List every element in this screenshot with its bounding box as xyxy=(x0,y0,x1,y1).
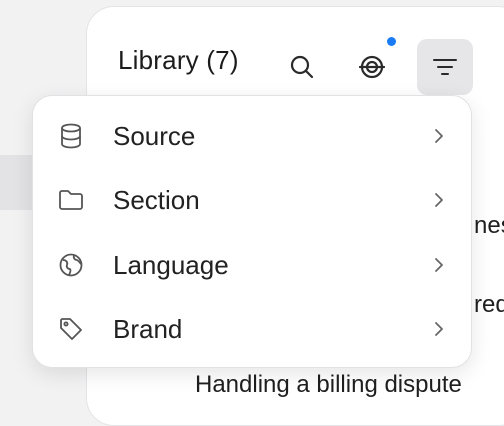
list-item-text-partial: req xyxy=(474,291,504,318)
menu-item-source[interactable]: Source xyxy=(33,106,471,166)
notification-dot xyxy=(387,37,396,46)
filter-dropdown-menu: Source Section Language Brand xyxy=(32,95,472,368)
search-button[interactable] xyxy=(274,39,330,95)
filter-button[interactable] xyxy=(417,39,473,95)
library-title: Library (7) xyxy=(118,45,239,75)
chevron-right-icon xyxy=(435,322,443,336)
search-icon xyxy=(290,55,314,79)
list-item-text[interactable]: Handling a billing dispute xyxy=(195,371,462,399)
menu-item-language[interactable]: Language xyxy=(33,235,471,295)
chevron-right-icon xyxy=(435,193,443,207)
filter-icon xyxy=(433,59,457,75)
menu-item-label: Section xyxy=(113,185,200,215)
chevron-right-icon xyxy=(435,258,443,272)
signal-button[interactable] xyxy=(344,39,400,95)
tag-icon xyxy=(60,318,82,340)
list-item-text-partial: nes xyxy=(474,212,504,239)
chevron-right-icon xyxy=(435,129,443,143)
database-icon xyxy=(61,123,81,149)
folder-icon xyxy=(59,190,83,210)
menu-item-label: Brand xyxy=(113,314,183,344)
menu-item-label: Source xyxy=(113,121,196,151)
menu-item-brand[interactable]: Brand xyxy=(33,299,471,359)
menu-item-section[interactable]: Section xyxy=(33,170,471,230)
menu-item-label: Language xyxy=(113,250,229,280)
globe-icon xyxy=(59,253,83,277)
signal-icon xyxy=(358,55,386,79)
